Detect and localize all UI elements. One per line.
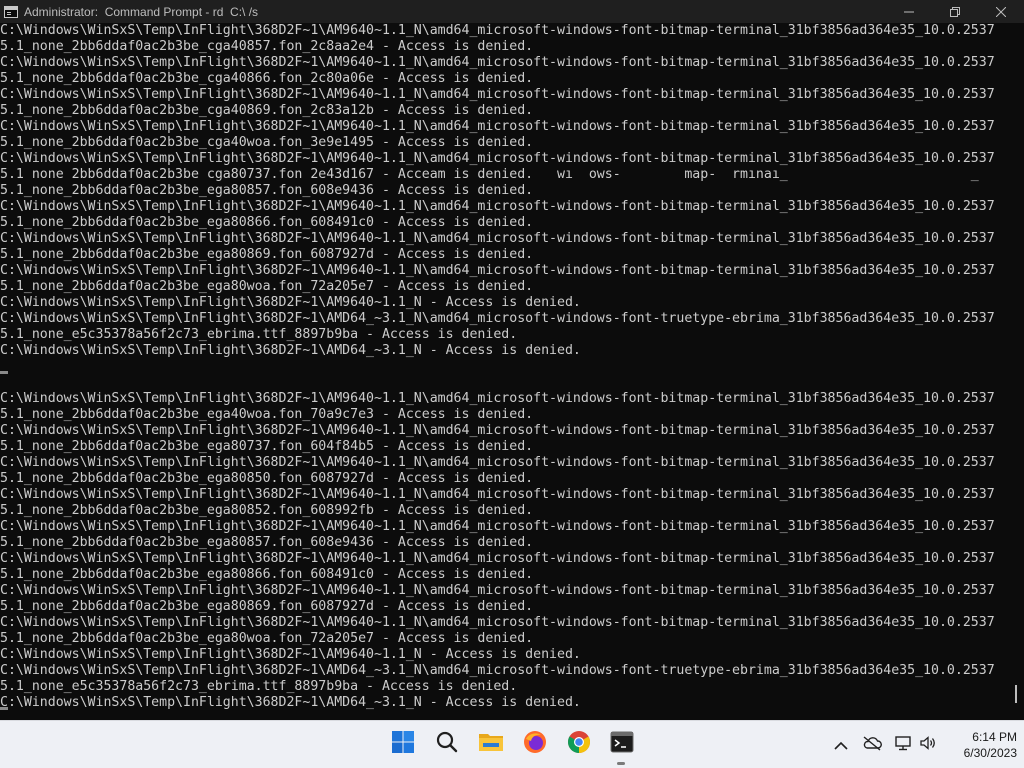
firefox-icon <box>523 730 547 758</box>
console-line: 5.1_none_2bb6ddaf0ac2b3be_ega80850.fon_6… <box>0 471 534 486</box>
close-icon <box>996 6 1006 17</box>
console-line: 5.1_none_2bb6ddaf0ac2b3be_ega80852.fon_6… <box>0 503 534 518</box>
console-line: C:\Windows\WinSxS\Temp\InFlight\368D2F~1… <box>0 663 995 678</box>
console-line: C:\Windows\WinSxS\Temp\InFlight\368D2F~1… <box>0 551 995 566</box>
console-line: C:\Windows\WinSxS\Temp\InFlight\368D2F~1… <box>0 391 995 406</box>
console-output[interactable]: C:\Windows\WinSxS\Temp\InFlight\368D2F~1… <box>0 23 1010 720</box>
firefox-button[interactable] <box>520 729 550 759</box>
console-line: 5.1_none_2bb6ddaf0ac2b3be_ega80woa.fon_7… <box>0 631 534 646</box>
console-line: 5.1 none 2bb6ddaf0ac2b3be cga80737.fon 2… <box>0 167 979 182</box>
volume-button[interactable] <box>918 735 938 755</box>
console-line: C:\Windows\WinSxS\Temp\InFlight\368D2F~1… <box>0 119 995 134</box>
search-button[interactable] <box>432 729 462 759</box>
console-line: 5.1_none_2bb6ddaf0ac2b3be_ega80866.fon_6… <box>0 567 534 582</box>
network-icon <box>894 735 912 755</box>
scroll-marker <box>0 371 8 374</box>
console-line: C:\Windows\WinSxS\Temp\InFlight\368D2F~1… <box>0 519 995 534</box>
console-line: C:\Windows\WinSxS\Temp\InFlight\368D2F~1… <box>0 487 995 502</box>
console-line: C:\Windows\WinSxS\Temp\InFlight\368D2F~1… <box>0 455 995 470</box>
console-line: 5.1_none_2bb6ddaf0ac2b3be_ega80737.fon_6… <box>0 439 534 454</box>
restore-icon <box>950 6 960 17</box>
scroll-marker <box>0 707 8 710</box>
console-line: C:\Windows\WinSxS\Temp\InFlight\368D2F~1… <box>0 583 995 598</box>
console-line: 5.1_none_2bb6ddaf0ac2b3be_ega80857.fon_6… <box>0 535 534 550</box>
close-button[interactable] <box>978 0 1024 23</box>
console-line: 5.1_none_2bb6ddaf0ac2b3be_cga40woa.fon_3… <box>0 135 534 150</box>
console-line: C:\Windows\WinSxS\Temp\InFlight\368D2F~1… <box>0 311 995 326</box>
console-line: C:\Windows\WinSxS\Temp\InFlight\368D2F~1… <box>0 647 581 662</box>
window-title: Administrator: Command Prompt - rd C:\ /… <box>24 4 259 19</box>
text-cursor <box>1015 685 1017 703</box>
console-line: C:\Windows\WinSxS\Temp\InFlight\368D2F~1… <box>0 151 995 166</box>
network-button[interactable] <box>893 735 913 755</box>
command-prompt-icon <box>4 5 18 18</box>
show-hidden-icons-button[interactable] <box>831 735 851 755</box>
console-line: C:\Windows\WinSxS\Temp\InFlight\368D2F~1… <box>0 695 581 710</box>
clock-date: 6/30/2023 <box>963 746 1017 760</box>
volume-icon <box>919 735 937 755</box>
console-line: C:\Windows\WinSxS\Temp\InFlight\368D2F~1… <box>0 615 995 630</box>
console-line: C:\Windows\WinSxS\Temp\InFlight\368D2F~1… <box>0 231 995 246</box>
console-line: C:\Windows\WinSxS\Temp\InFlight\368D2F~1… <box>0 23 995 38</box>
chrome-button[interactable] <box>564 729 594 759</box>
title-bar[interactable]: Administrator: Command Prompt - rd C:\ /… <box>0 0 1024 23</box>
chevron-up-icon <box>834 736 848 755</box>
terminal-button[interactable] <box>607 729 637 759</box>
file-explorer-icon <box>478 730 504 758</box>
console-line: 5.1_none_e5c35378a56f2c73_ebrima.ttf_889… <box>0 679 518 694</box>
console-line: C:\Windows\WinSxS\Temp\InFlight\368D2F~1… <box>0 199 995 214</box>
console-line: 5.1_none_2bb6ddaf0ac2b3be_cga40857.fon_2… <box>0 39 534 54</box>
cloud-offline-icon <box>862 735 882 755</box>
console-line: C:\Windows\WinSxS\Temp\InFlight\368D2F~1… <box>0 87 995 102</box>
minimize-button[interactable] <box>886 0 932 23</box>
onedrive-button[interactable] <box>862 735 882 755</box>
search-icon <box>435 730 459 758</box>
taskbar-clock[interactable]: 6:14 PM 6/30/2023 <box>945 729 1017 761</box>
active-app-indicator <box>617 762 625 765</box>
console-line: C:\Windows\WinSxS\Temp\InFlight\368D2F~1… <box>0 295 581 310</box>
console-line: 5.1_none_2bb6ddaf0ac2b3be_ega40woa.fon_7… <box>0 407 534 422</box>
window-controls <box>886 0 1024 23</box>
clock-time: 6:14 PM <box>972 730 1017 744</box>
console-line: C:\Windows\WinSxS\Temp\InFlight\368D2F~1… <box>0 343 581 358</box>
console-line: 5.1_none_2bb6ddaf0ac2b3be_cga40866.fon_2… <box>0 71 534 86</box>
console-line: 5.1_none_2bb6ddaf0ac2b3be_ega80857.fon_6… <box>0 183 534 198</box>
start-button[interactable] <box>388 729 418 759</box>
console-line: 5.1_none_2bb6ddaf0ac2b3be_ega80869.fon_6… <box>0 247 534 262</box>
console-line: C:\Windows\WinSxS\Temp\InFlight\368D2F~1… <box>0 55 995 70</box>
console-line: 5.1_none_2bb6ddaf0ac2b3be_ega80869.fon_6… <box>0 599 534 614</box>
console-line: 5.1_none_2bb6ddaf0ac2b3be_ega80woa.fon_7… <box>0 279 534 294</box>
console-line: C:\Windows\WinSxS\Temp\InFlight\368D2F~1… <box>0 423 995 438</box>
file-explorer-button[interactable] <box>476 729 506 759</box>
console-line: 5.1_none_2bb6ddaf0ac2b3be_cga40869.fon_2… <box>0 103 534 118</box>
console-line: 5.1_none_e5c35378a56f2c73_ebrima.ttf_889… <box>0 327 518 342</box>
minimize-icon <box>904 7 914 17</box>
console-line: C:\Windows\WinSxS\Temp\InFlight\368D2F~1… <box>0 263 995 278</box>
taskbar: 6:14 PM 6/30/2023 <box>0 720 1024 768</box>
console-line: 5.1_none_2bb6ddaf0ac2b3be_ega80866.fon_6… <box>0 215 534 230</box>
terminal-icon <box>610 731 634 757</box>
maximize-button[interactable] <box>932 0 978 23</box>
windows-start-icon <box>391 730 415 758</box>
chrome-icon <box>567 730 591 758</box>
